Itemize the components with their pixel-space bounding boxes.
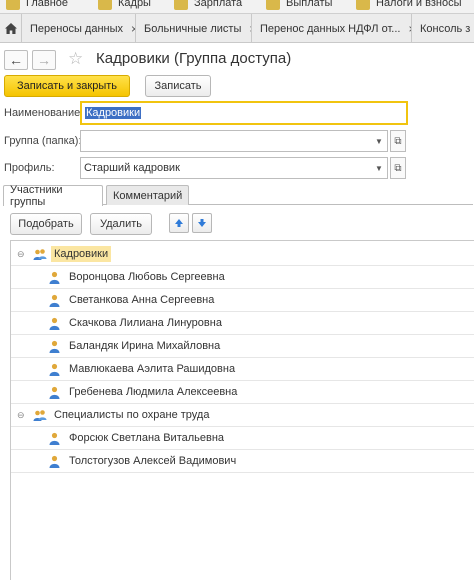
tab-ndfl-transfer[interactable]: Перенос данных НДФЛ от...× (252, 14, 412, 43)
tree-user-label: Воронцова Любовь Сергеевна (69, 271, 225, 283)
tab-sick-leaves[interactable]: Больничные листы× (136, 14, 252, 43)
tree-user-label: Скачкова Лилиана Линуровна (69, 317, 222, 329)
tree-user-row[interactable]: Мавлюкаева Аэлита Рашидовна (11, 358, 474, 381)
tree-user-label: Форсюк Светлана Витальевна (69, 432, 225, 444)
delete-button[interactable]: Удалить (90, 213, 152, 235)
menu-icon (6, 0, 20, 10)
menu-item-payments[interactable]: Выплаты (266, 0, 332, 12)
chevron-down-icon[interactable]: ▼ (371, 158, 387, 178)
tree-group-row[interactable]: ⊖ Специалисты по охране труда (11, 404, 474, 427)
user-icon (49, 340, 60, 353)
tree-user-label: Мавлюкаева Аэлита Рашидовна (69, 363, 236, 375)
menu-icon (266, 0, 280, 10)
tree-user-row[interactable]: Воронцова Любовь Сергеевна (11, 266, 474, 289)
tree-user-row[interactable]: Форсюк Светлана Витальевна (11, 427, 474, 450)
user-group-icon (33, 409, 47, 421)
open-icon: ⧉ (394, 135, 402, 147)
open-icon: ⧉ (394, 162, 402, 174)
user-group-icon (33, 248, 47, 260)
tree-user-label: Толстогузов Алексей Вадимович (69, 455, 237, 467)
menu-item-main[interactable]: Главное (6, 0, 68, 12)
name-input[interactable]: Кадровики (80, 101, 408, 125)
user-icon (49, 317, 60, 330)
name-value: Кадровики (85, 107, 142, 119)
menu-item-salary[interactable]: Зарплата (174, 0, 242, 12)
tree-group-row[interactable]: ⊖ Кадровики (11, 243, 474, 266)
members-tree[interactable]: ⊖ Кадровики Воронцова Любовь Сергеевна С… (10, 240, 474, 580)
profile-select[interactable]: Старший кадровик ▼ (80, 157, 388, 179)
user-icon (49, 271, 60, 284)
tab-comment[interactable]: Комментарий (106, 185, 189, 205)
name-label: Наименование: (4, 107, 84, 119)
arrow-left-icon: ← (9, 52, 23, 68)
tree-user-label: Баландяк Ирина Михайловна (69, 340, 221, 352)
menu-icon (98, 0, 112, 10)
menu-icon (174, 0, 188, 10)
tree-user-label: Светанкова Анна Сергеевна (69, 294, 215, 306)
tree-user-row[interactable]: Толстогузов Алексей Вадимович (11, 450, 474, 473)
forward-button[interactable]: → (32, 50, 56, 70)
section-menu: Главное Кадры Зарплата Выплаты Налоги и … (0, 0, 474, 13)
tree-user-label: Гребенева Людмила Алексеевна (69, 386, 238, 398)
tab-members[interactable]: Участники группы (3, 184, 103, 208)
tab-console[interactable]: Консоль з (412, 14, 474, 43)
page-title: Кадровики (Группа доступа) (96, 50, 292, 67)
tree-user-row[interactable]: Гребенева Людмила Алексеевна (11, 381, 474, 404)
home-button[interactable] (0, 14, 22, 43)
move-down-button[interactable] (192, 213, 212, 233)
user-icon (49, 432, 60, 445)
home-icon (4, 23, 17, 34)
user-icon (49, 455, 60, 468)
chevron-down-icon[interactable]: ▼ (371, 131, 387, 151)
collapse-icon[interactable]: ⊖ (17, 410, 25, 421)
tree-group-label: Специалисты по охране труда (54, 409, 210, 421)
profile-label: Профиль: (4, 162, 55, 174)
tab-data-transfer[interactable]: Переносы данных× (22, 14, 136, 43)
arrow-up-icon (175, 219, 183, 227)
pick-button[interactable]: Подобрать (10, 213, 82, 235)
arrow-right-icon: → (37, 52, 51, 68)
menu-item-hr[interactable]: Кадры (98, 0, 151, 12)
menu-icon (356, 0, 370, 10)
back-button[interactable]: ← (4, 50, 28, 70)
tree-user-row[interactable]: Баландяк Ирина Михайловна (11, 335, 474, 358)
form-tabs: Участники группы Комментарий (3, 184, 473, 208)
tree-group-label: Кадровики (51, 246, 112, 262)
user-icon (49, 386, 60, 399)
group-select[interactable]: ▼ (80, 130, 388, 152)
open-tabs-bar: Переносы данных× Больничные листы× Перен… (0, 13, 474, 43)
tree-user-row[interactable]: Скачкова Лилиана Линуровна (11, 312, 474, 335)
tree-user-row[interactable]: Светанкова Анна Сергеевна (11, 289, 474, 312)
move-up-button[interactable] (169, 213, 189, 233)
save-and-close-button[interactable]: Записать и закрыть (4, 75, 130, 97)
group-label: Группа (папка): (4, 135, 82, 147)
menu-item-taxes[interactable]: Налоги и взносы (356, 0, 462, 12)
arrow-down-icon (198, 219, 206, 227)
profile-value: Старший кадровик (84, 162, 180, 174)
open-profile-button[interactable]: ⧉ (390, 157, 406, 179)
user-icon (49, 294, 60, 307)
user-icon (49, 363, 60, 376)
save-button[interactable]: Записать (145, 75, 211, 97)
open-group-button[interactable]: ⧉ (390, 130, 406, 152)
collapse-icon[interactable]: ⊖ (17, 249, 25, 260)
favorite-star-icon[interactable]: ☆ (68, 49, 83, 69)
